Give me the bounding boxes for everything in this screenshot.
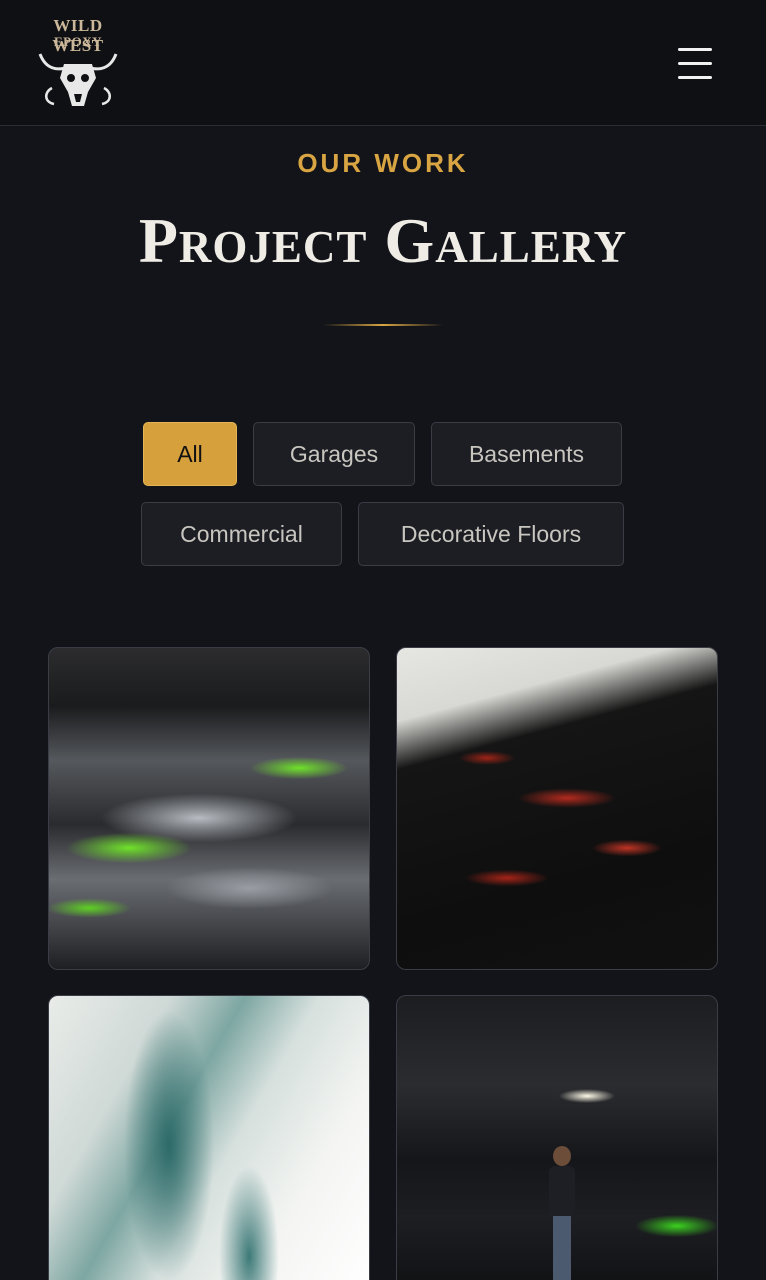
bull-skull-icon <box>38 53 118 106</box>
gallery-item-black-red-floor[interactable] <box>396 647 718 970</box>
filter-commercial-button[interactable]: Commercial <box>141 502 342 566</box>
wild-west-epoxy-logo[interactable]: WILD WEST EPOXY <box>28 12 128 112</box>
gallery-item-commercial-floor[interactable] <box>396 995 718 1280</box>
filter-all-button[interactable]: All <box>143 422 237 486</box>
page-title: Project Gallery <box>138 205 628 276</box>
site-header: WILD WEST EPOXY <box>0 0 766 126</box>
person-figure <box>547 1146 577 1280</box>
section-eyebrow: OUR WORK <box>297 148 469 178</box>
gallery-item-green-metallic-floor[interactable] <box>48 647 370 970</box>
person-legs <box>553 1216 571 1280</box>
filter-decorative-floors-button[interactable]: Decorative Floors <box>358 502 624 566</box>
person-head <box>553 1146 571 1166</box>
gallery-item-teal-white-floor[interactable] <box>48 995 370 1280</box>
menu-button[interactable] <box>670 42 720 86</box>
person-torso <box>549 1166 575 1216</box>
filter-basements-button[interactable]: Basements <box>431 422 622 486</box>
filter-garages-button[interactable]: Garages <box>253 422 415 486</box>
hamburger-menu-icon-bar <box>678 62 712 65</box>
hamburger-menu-icon <box>678 48 712 51</box>
hamburger-menu-icon-bar <box>678 76 712 79</box>
title-divider <box>323 324 443 326</box>
